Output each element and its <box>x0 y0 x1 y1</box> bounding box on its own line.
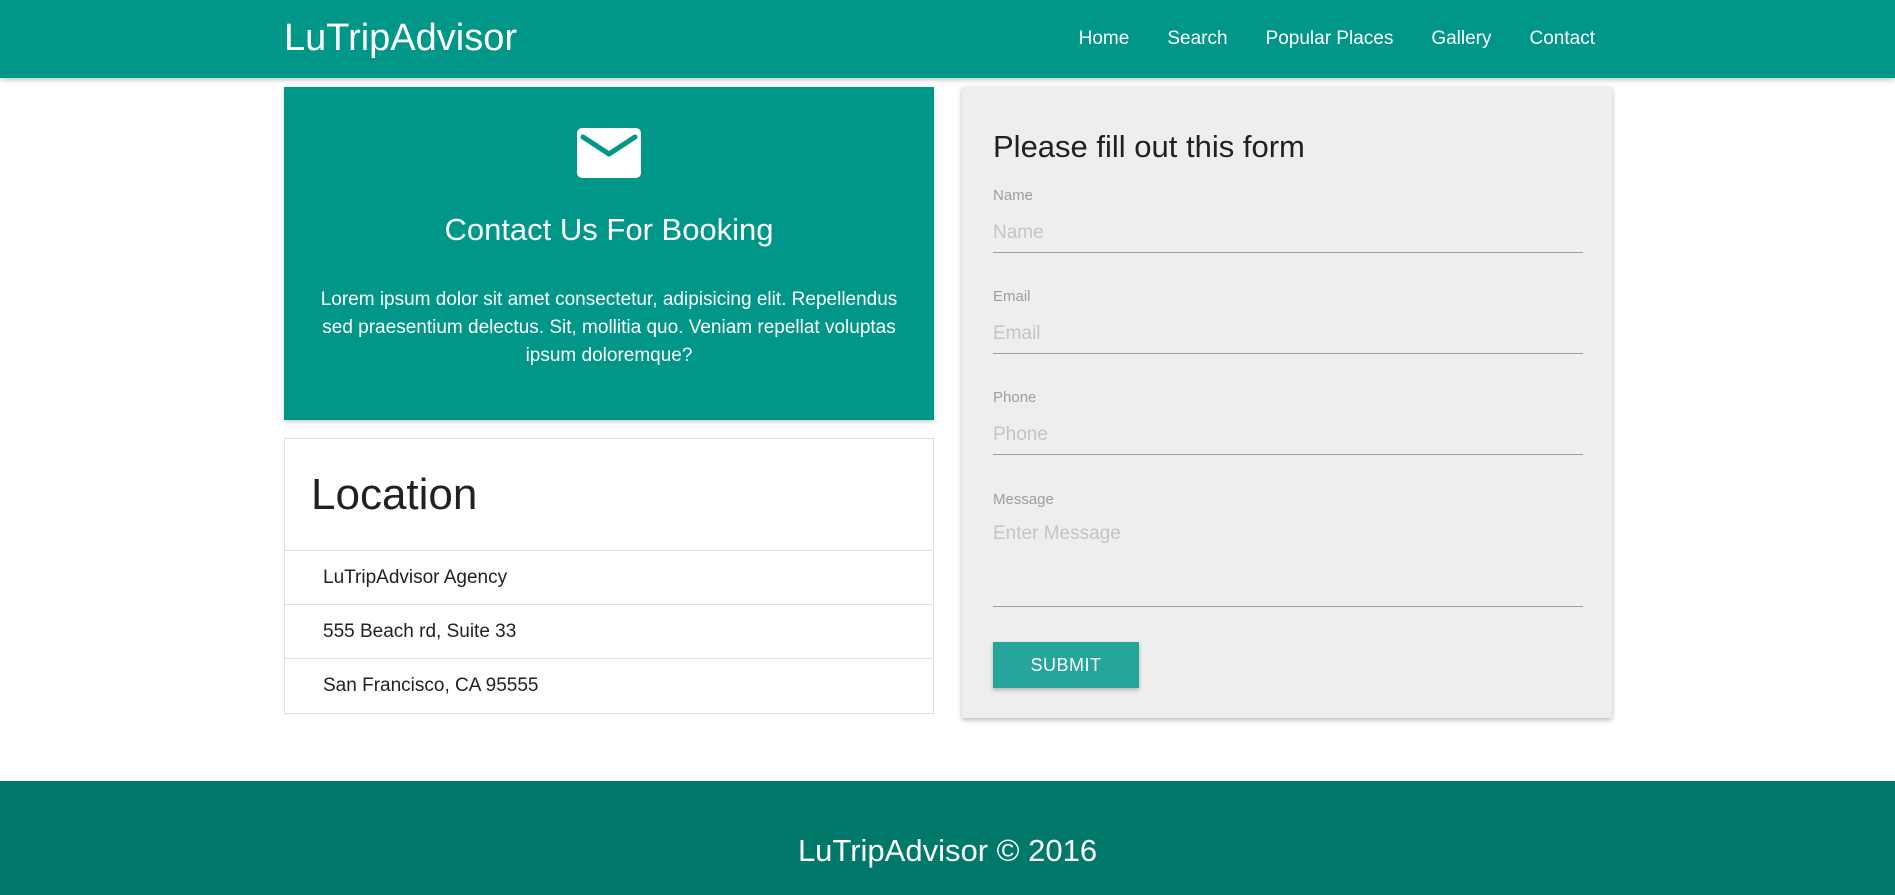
location-title: Location <box>311 469 478 519</box>
location-item-city: San Francisco, CA 95555 <box>323 675 539 696</box>
submit-button[interactable]: SUBMIT <box>993 642 1139 688</box>
message-field-group: Message <box>993 491 1583 607</box>
nav-link-contact[interactable]: Contact <box>1530 28 1595 50</box>
location-item-street: 555 Beach rd, Suite 33 <box>285 605 933 659</box>
footer-copyright: LuTripAdvisor © 2016 <box>797 833 1098 868</box>
message-label: Message <box>993 491 1054 508</box>
email-field-group: Email <box>993 288 1583 354</box>
phone-field-group: Phone <box>993 389 1583 455</box>
location-header: Location <box>285 439 933 551</box>
contact-card: Contact Us For Booking Lorem ipsum dolor… <box>284 87 934 420</box>
email-input[interactable] <box>993 314 1583 354</box>
name-field-group: Name <box>993 187 1583 253</box>
footer: LuTripAdvisor © 2016 <box>0 781 1895 895</box>
message-textarea[interactable] <box>993 517 1583 607</box>
form-title: Please fill out this form <box>993 129 1305 164</box>
location-list: Location LuTripAdvisor Agency 555 Beach … <box>284 438 934 714</box>
envelope-icon <box>577 128 641 178</box>
nav-link-gallery[interactable]: Gallery <box>1431 28 1491 50</box>
brand-logo-link[interactable]: LuTripAdvisor <box>284 14 517 62</box>
phone-label: Phone <box>993 389 1037 406</box>
phone-input[interactable] <box>993 415 1583 455</box>
name-input[interactable] <box>993 213 1583 253</box>
nav-links: Home Search Popular Places Gallery Conta… <box>1041 0 1595 78</box>
contact-title: Contact Us For Booking <box>444 212 774 247</box>
nav-link-home[interactable]: Home <box>1079 28 1130 50</box>
name-label: Name <box>993 187 1034 204</box>
nav-link-popular-places[interactable]: Popular Places <box>1266 28 1394 50</box>
location-item-agency: LuTripAdvisor Agency <box>285 551 933 605</box>
navbar: LuTripAdvisor Home Search Popular Places… <box>0 0 1895 78</box>
contact-form: Please fill out this form Name Email Pho… <box>962 87 1612 718</box>
nav-link-search[interactable]: Search <box>1167 28 1227 50</box>
email-label: Email <box>993 288 1031 305</box>
contact-description: Lorem ipsum dolor sit amet consectetur, … <box>320 289 898 366</box>
